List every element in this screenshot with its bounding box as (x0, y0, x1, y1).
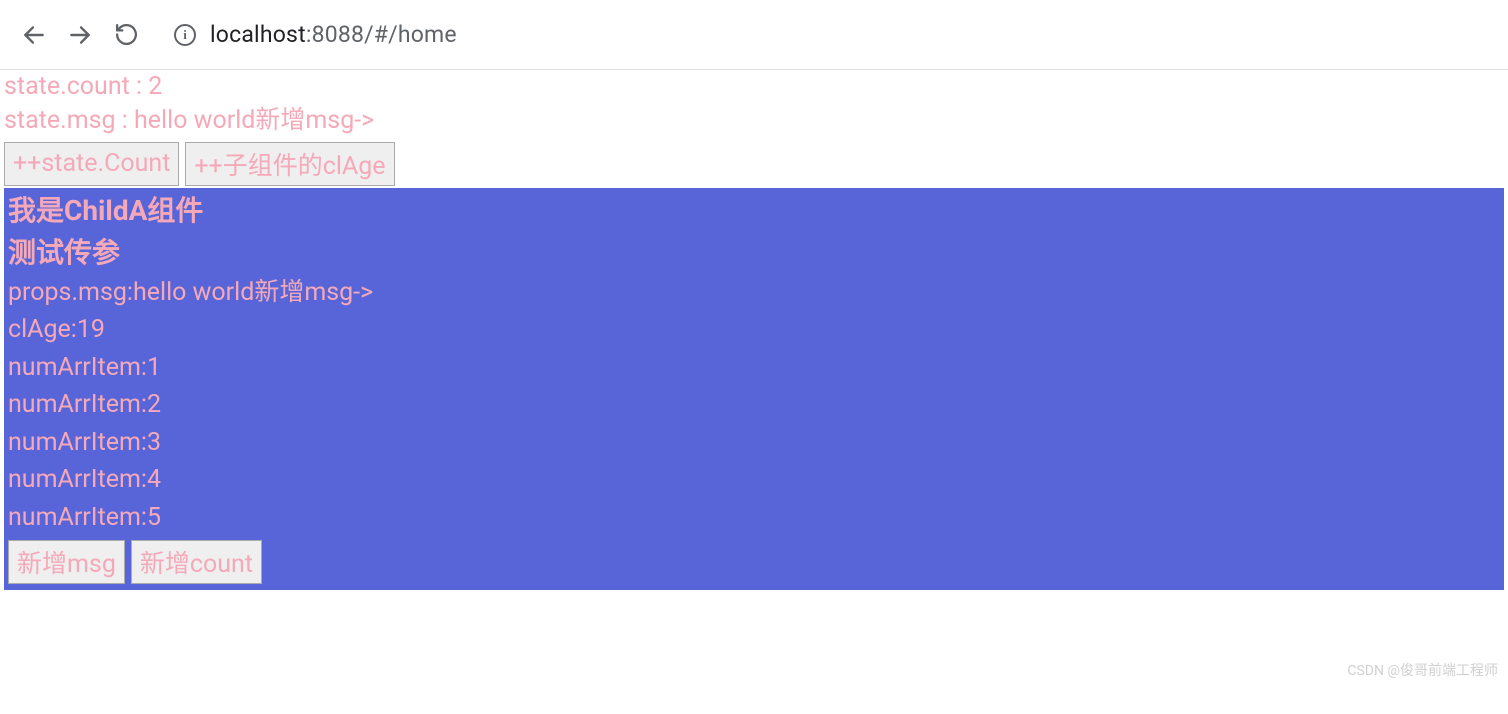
url-text: localhost:8088/#/home (210, 21, 457, 48)
child-title: 我是ChildA组件 (8, 190, 1500, 232)
list-item: numArrItem:4 (8, 461, 1500, 499)
site-info-icon[interactable]: i (174, 24, 196, 46)
add-msg-button[interactable]: 新增msg (8, 540, 125, 584)
browser-toolbar: i localhost:8088/#/home (0, 0, 1508, 70)
child-clage: clAge:19 (8, 311, 1500, 349)
child-button-row: 新增msg 新增count (8, 540, 1500, 584)
child-props-msg: props.msg:hello world新增msg-> (8, 274, 1500, 312)
url-path: :8088/#/home (306, 21, 457, 48)
forward-button[interactable] (66, 21, 94, 49)
list-item: numArrItem:2 (8, 386, 1500, 424)
increment-state-count-button[interactable]: ++state.Count (4, 142, 179, 186)
back-button[interactable] (20, 21, 48, 49)
address-bar[interactable]: i localhost:8088/#/home (158, 13, 1358, 56)
add-count-button[interactable]: 新增count (131, 540, 262, 584)
page-content: state.count : 2 state.msg : hello world新… (0, 70, 1508, 590)
watermark-text: CSDN @俊哥前端工程师 (1347, 660, 1498, 680)
child-subtitle: 测试传参 (8, 232, 1500, 274)
state-msg-text: state.msg : hello world新增msg-> (4, 104, 1504, 138)
list-item: numArrItem:5 (8, 499, 1500, 537)
list-item: numArrItem:3 (8, 424, 1500, 462)
reload-button[interactable] (112, 21, 140, 49)
url-host: localhost (210, 21, 306, 48)
child-component-panel: 我是ChildA组件 测试传参 props.msg:hello world新增m… (4, 188, 1504, 591)
state-count-text: state.count : 2 (4, 70, 1504, 104)
increment-child-clage-button[interactable]: ++子组件的clAge (185, 142, 394, 186)
list-item: numArrItem:1 (8, 349, 1500, 387)
parent-button-row: ++state.Count ++子组件的clAge (4, 142, 1504, 186)
